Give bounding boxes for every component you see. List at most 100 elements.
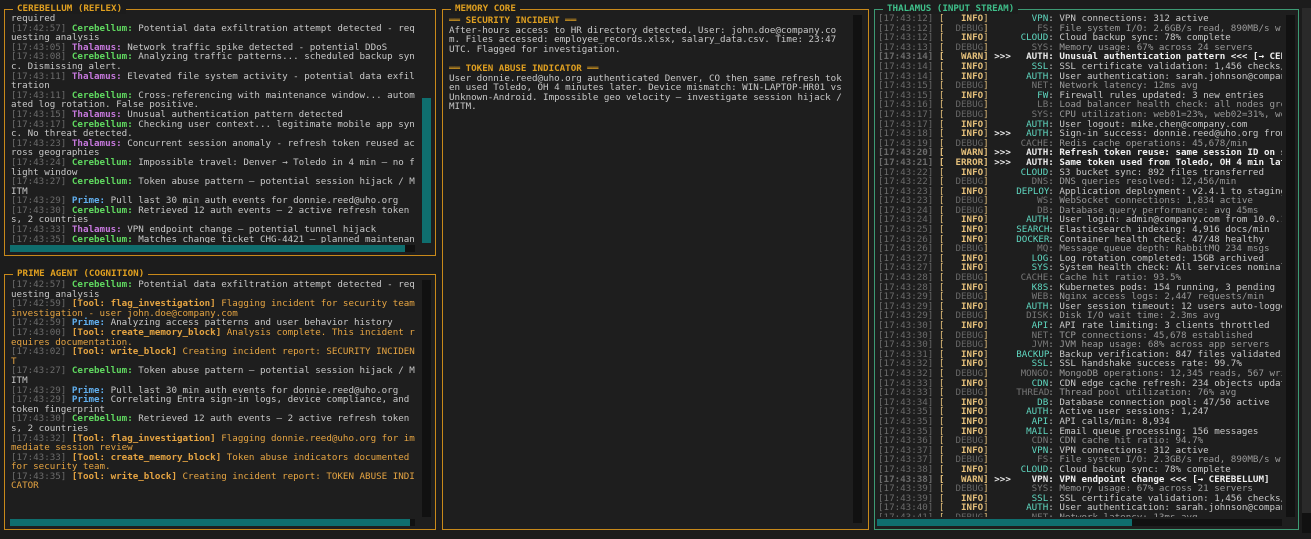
thalamus-hscrollbar[interactable] — [877, 519, 1282, 526]
stream-line: [17:43:29] [ INFO] AUTH: User session ti… — [878, 302, 1282, 312]
source-tag: SSL — [1031, 493, 1049, 504]
level-bracket-close: ] — [983, 234, 989, 245]
stream-line: [17:43:32] [ INFO] SSL: SSL handshake su… — [878, 359, 1282, 369]
timestamp: [17:43:29] — [878, 301, 934, 312]
stream-line: [17:43:24] [ INFO] AUTH: User login: adm… — [878, 215, 1282, 225]
stream-message: Cloud backup sync: 78% complete — [1059, 33, 1231, 43]
source-colon: : — [1048, 340, 1060, 350]
page-vscrollbar[interactable] — [1302, 8, 1311, 533]
timestamp: [17:43:27] — [878, 263, 934, 274]
memory-vscrollbar[interactable] — [853, 15, 862, 523]
level-bracket-close: ] — [983, 109, 989, 120]
level-badge: DEBUG — [944, 513, 983, 517]
level-badge: WARN — [944, 52, 984, 62]
stream-line: [17:43:38] [ INFO] CLOUD: Cloud backup s… — [878, 465, 1282, 475]
level-badge: INFO — [944, 14, 984, 24]
source-colon: : — [1048, 196, 1060, 206]
stream-line: [17:43:24] [ DEBUG] DB: Database query p… — [878, 206, 1282, 216]
source-colon: : — [1048, 464, 1060, 475]
level-bracket-close: ] — [983, 244, 989, 254]
timestamp: [17:43:25] — [878, 225, 934, 235]
level-badge: INFO — [944, 215, 984, 226]
cerebellum-hscroll-thumb[interactable] — [10, 245, 405, 252]
timestamp: [17:43:30] — [878, 330, 934, 341]
stream-line: [17:43:29] [ DEBUG] WEB: Nginx access lo… — [878, 292, 1282, 302]
timestamp: [17:43:23] — [878, 196, 934, 206]
source-tag: AUTH — [1026, 407, 1049, 417]
thalamus-hscroll-thumb[interactable] — [877, 519, 1132, 526]
source-tag: FS — [1037, 23, 1049, 34]
source-tag: SYS — [1031, 42, 1049, 53]
stream-message: Cloud backup sync: 78% complete — [1059, 464, 1231, 475]
level-badge: WARN — [944, 474, 984, 485]
prime-log: [17:42:57] Cerebellum: Potential data ex… — [11, 280, 417, 517]
timestamp: [17:43:14] — [878, 61, 934, 72]
prime-hscrollbar[interactable] — [10, 519, 415, 526]
timestamp: [17:43:34] — [878, 397, 934, 408]
level-badge: DEBUG — [944, 23, 984, 34]
source-colon: : — [1048, 359, 1060, 369]
stream-message: Nginx access logs: 2,447 requests/min — [1059, 292, 1264, 302]
source-tag: WS — [1037, 196, 1049, 206]
stream-message: Message queue depth: RabbitMQ 234 msgs — [1059, 244, 1270, 254]
source-colon: : — [1048, 33, 1060, 43]
source-colon: : — [1048, 23, 1060, 34]
level-badge: DEBUG — [944, 330, 984, 341]
log-line: [17:43:35] Cerebellum: Matches change ti… — [11, 234, 417, 243]
timestamp: [17:43:39] — [878, 484, 934, 494]
cerebellum-vscrollbar[interactable] — [422, 98, 431, 243]
prime-vscrollbar[interactable] — [422, 280, 431, 517]
source-colon: : — [1048, 397, 1060, 408]
level-badge: DEBUG — [944, 109, 984, 120]
level-bracket-close: ] — [983, 282, 989, 293]
source-tag: DB — [1037, 397, 1049, 408]
level-bracket-close: ] — [983, 90, 989, 101]
prime-hscroll-thumb[interactable] — [10, 519, 410, 526]
cerebellum-hscrollbar[interactable] — [10, 245, 415, 252]
stream-line: [17:43:22] [ DEBUG] DNS: DNS queries res… — [878, 177, 1282, 187]
level-bracket-close: ] — [983, 493, 989, 504]
stream-line: [17:43:41] [ DEBUG] NET: Network latency… — [878, 513, 1282, 517]
source-tag: AUTH — [1026, 119, 1049, 130]
stream-message: CDN cache hit ratio: 94.7% — [1059, 436, 1204, 446]
timestamp: [17:43:22] — [878, 167, 934, 178]
stream-message: API calls/min: 8,934 — [1059, 416, 1170, 427]
stream-message: Disk I/O wait time: 2.3ms avg — [1059, 311, 1220, 321]
stream-message: SSL certificate validation: 1,456 checks… — [1059, 493, 1282, 504]
timestamp: [17:43:23] — [878, 186, 934, 197]
stream-line: [17:43:25] [ INFO] SEARCH: Elasticsearch… — [878, 225, 1282, 235]
source-colon: : — [1048, 282, 1060, 293]
thalamus-log: [17:43:12] [ INFO] VPN: VPN connections:… — [878, 14, 1282, 517]
timestamp: [17:43:40] — [878, 503, 934, 513]
stream-line: [17:43:33] [ DEBUG] THREAD: Thread pool … — [878, 388, 1282, 398]
stream-message: Email queue processing: 156 messages — [1059, 426, 1259, 437]
level-badge: INFO — [944, 503, 984, 513]
stream-message: WebSocket connections: 1,834 active — [1059, 196, 1253, 206]
stream-line: [17:43:17] [ INFO] AUTH: User logout: mi… — [878, 120, 1282, 130]
level-badge: DEBUG — [944, 292, 984, 302]
cerebellum-vscroll-thumb[interactable] — [422, 98, 431, 243]
timestamp: [17:43:31] — [878, 349, 934, 360]
timestamp: [17:43:17] — [878, 109, 934, 120]
alert-marker: >>> — [994, 157, 1011, 168]
level-badge: INFO — [944, 129, 984, 139]
stream-line: [17:43:14] [ WARN] >>> AUTH: Unusual auth… — [878, 52, 1282, 62]
level-badge: INFO — [944, 464, 984, 475]
page-vscroll-thumb[interactable] — [1302, 8, 1311, 513]
stream-line: [17:43:20] [ WARN] >>> AUTH: Refresh toke… — [878, 148, 1282, 158]
level-bracket-close: ] — [983, 378, 989, 389]
timestamp: [17:43:29] — [878, 311, 934, 321]
source-colon: : — [1048, 90, 1060, 101]
timestamp: [17:43:14] — [878, 71, 934, 82]
stream-message: TCP connections: 45,678 established — [1059, 330, 1253, 341]
stream-message: Backup verification: 847 files validated — [1059, 349, 1281, 360]
source-tag: THREAD — [1016, 388, 1050, 398]
timestamp: [17:43:35] — [878, 426, 934, 437]
log-line: [17:42:57] Cerebellum: Potential data ex… — [11, 23, 417, 43]
thalamus-vscrollbar[interactable] — [1286, 15, 1295, 517]
timestamp: [17:43:27] — [878, 253, 934, 264]
stream-message: User logout: mike.chen@company.com — [1059, 119, 1248, 130]
level-badge: DEBUG — [944, 368, 984, 379]
timestamp: [17:43:16] — [878, 100, 934, 110]
source-colon: : — [1048, 109, 1060, 120]
